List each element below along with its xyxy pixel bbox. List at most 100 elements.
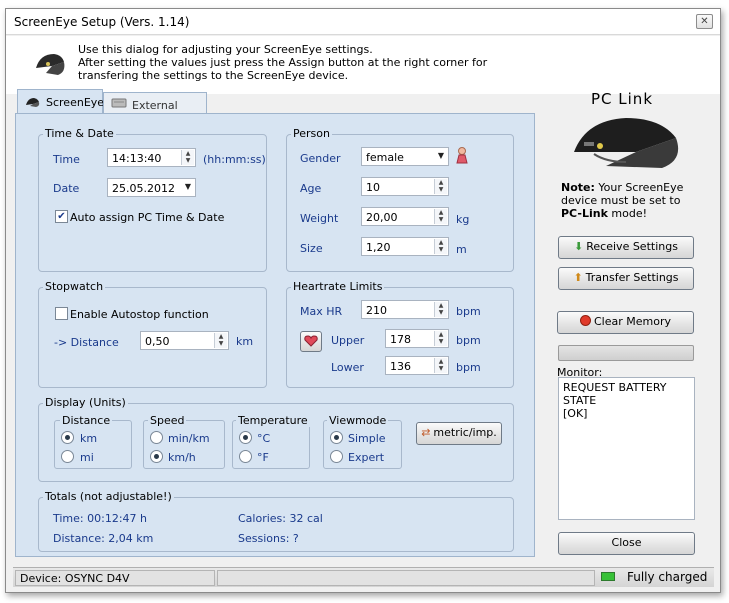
- max-hr-spinner[interactable]: ▲ ▼: [434, 302, 447, 317]
- age-input[interactable]: 10 ▲ ▼: [361, 177, 449, 196]
- heartrate-title: Heartrate Limits: [291, 280, 385, 293]
- header-line-2: After setting the values just press the …: [78, 56, 488, 82]
- autostop-checkbox[interactable]: [55, 307, 68, 320]
- receive-settings-label: Receive Settings: [586, 240, 678, 253]
- radio-viewmode-simple[interactable]: [330, 431, 343, 444]
- monitor-output[interactable]: REQUEST BATTERY STATE [OK]: [558, 377, 695, 520]
- radio-temp-c-label: °C: [257, 432, 271, 445]
- stopwatch-title: Stopwatch: [43, 280, 106, 293]
- radio-temp-c[interactable]: [239, 431, 252, 444]
- radio-speed-kmh-label: km/h: [168, 451, 196, 464]
- totals-distance: Distance: 2,04 km: [53, 532, 154, 545]
- tab-screeneye[interactable]: ScreenEye: [17, 89, 105, 115]
- distance-label: -> Distance: [54, 336, 119, 349]
- receive-icon: ⬇: [574, 240, 584, 253]
- transfer-settings-button[interactable]: ⬆ Transfer Settings: [558, 267, 694, 290]
- speed-units-title: Speed: [148, 414, 187, 427]
- female-person-icon: [456, 147, 468, 164]
- transfer-icon: ⬆: [573, 271, 583, 284]
- radio-distance-km[interactable]: [61, 431, 74, 444]
- size-spinner[interactable]: ▲ ▼: [434, 239, 447, 254]
- window-close-button[interactable]: ✕: [696, 14, 713, 29]
- upper-value: 178: [390, 333, 411, 346]
- temperature-units-title: Temperature: [236, 414, 310, 427]
- radio-distance-mi[interactable]: [61, 450, 74, 463]
- autostop-distance-input[interactable]: 0,50 ▲ ▼: [140, 331, 229, 350]
- distance-units-title: Distance: [60, 414, 113, 427]
- viewmode-title: Viewmode: [327, 414, 389, 427]
- upper-input[interactable]: 178 ▲ ▼: [385, 329, 449, 348]
- tab-external-pods[interactable]: External pods: [103, 92, 207, 125]
- transfer-progress-bar: [558, 345, 694, 361]
- metric-imperial-label: metric/imp.: [433, 426, 497, 439]
- chevron-down-icon: ▼: [184, 182, 191, 191]
- radio-speed-kmh[interactable]: [150, 450, 163, 463]
- time-value: 14:13:40: [112, 152, 162, 165]
- header-description: Use this dialog for adjusting your Scree…: [78, 43, 528, 82]
- heart-calc-button[interactable]: [300, 331, 322, 352]
- date-value: 25.05.2012: [112, 182, 175, 195]
- totals-sessions: Sessions: ?: [238, 532, 299, 545]
- max-hr-input[interactable]: 210 ▲ ▼: [361, 300, 449, 319]
- age-spinner[interactable]: ▲ ▼: [434, 179, 447, 194]
- battery-icon: [601, 572, 615, 581]
- radio-distance-mi-label: mi: [80, 451, 94, 464]
- header-line-1: Use this dialog for adjusting your Scree…: [78, 43, 373, 56]
- visor-cap-icon: [36, 54, 65, 75]
- weight-unit: kg: [456, 213, 470, 226]
- clear-memory-label: Clear Memory: [594, 315, 671, 328]
- radio-temp-f-label: °F: [257, 451, 269, 464]
- gender-label: Gender: [300, 152, 341, 165]
- stop-icon: [580, 315, 591, 326]
- person-title: Person: [291, 127, 332, 140]
- note-pclink: PC-Link: [561, 207, 608, 220]
- distance-spinner[interactable]: ▲ ▼: [214, 333, 227, 348]
- close-button[interactable]: Close: [558, 532, 695, 555]
- receive-settings-button[interactable]: ⬇ Receive Settings: [558, 236, 694, 259]
- weight-label: Weight: [300, 212, 339, 225]
- age-value: 10: [366, 181, 380, 194]
- max-hr-value: 210: [366, 304, 387, 317]
- time-input[interactable]: 14:13:40 ▲ ▼: [107, 148, 196, 167]
- upper-spinner[interactable]: ▲ ▼: [434, 331, 447, 346]
- radio-viewmode-expert-label: Expert: [348, 451, 385, 464]
- auto-assign-checkbox[interactable]: ✔: [55, 210, 68, 223]
- lower-spinner[interactable]: ▲ ▼: [434, 358, 447, 373]
- swap-icon: ⇄: [421, 426, 431, 439]
- auto-assign-label: Auto assign PC Time & Date: [70, 211, 225, 224]
- age-label: Age: [300, 182, 322, 195]
- date-label: Date: [53, 182, 80, 195]
- gender-select[interactable]: female ▼: [361, 147, 449, 166]
- size-label: Size: [300, 242, 323, 255]
- upper-label: Upper: [331, 334, 365, 347]
- pc-link-note: Note: Your ScreenEye device must be set …: [561, 181, 701, 220]
- tab-screeneye-label: ScreenEye: [46, 96, 105, 109]
- upper-unit: bpm: [456, 334, 481, 347]
- radio-speed-minkm-label: min/km: [168, 432, 210, 445]
- weight-input[interactable]: 20,00 ▲ ▼: [361, 207, 449, 226]
- time-label: Time: [53, 153, 80, 166]
- heart-icon: [304, 335, 318, 347]
- weight-value: 20,00: [366, 211, 398, 224]
- device-status: Device: OSYNC D4V: [15, 570, 215, 586]
- radio-viewmode-expert[interactable]: [330, 450, 343, 463]
- metric-imperial-button[interactable]: ⇄ metric/imp.: [416, 422, 502, 445]
- visor-tab-icon: [26, 98, 40, 107]
- window-title: ScreenEye Setup (Vers. 1.14): [14, 15, 190, 29]
- time-spinner[interactable]: ▲ ▼: [181, 150, 194, 165]
- time-date-title: Time & Date: [43, 127, 116, 140]
- max-hr-label: Max HR: [300, 305, 343, 318]
- distance-unit: km: [236, 335, 254, 348]
- lower-value: 136: [390, 360, 411, 373]
- pc-link-title: PC Link: [591, 90, 654, 108]
- weight-spinner[interactable]: ▲ ▼: [434, 209, 447, 224]
- display-units-title: Display (Units): [43, 396, 128, 409]
- monitor-line: STATE: [563, 394, 597, 407]
- radio-speed-minkm[interactable]: [150, 431, 163, 444]
- radio-temp-f[interactable]: [239, 450, 252, 463]
- date-picker[interactable]: 25.05.2012 ▼: [107, 178, 196, 197]
- lower-input[interactable]: 136 ▲ ▼: [385, 356, 449, 375]
- size-input[interactable]: 1,20 ▲ ▼: [361, 237, 449, 256]
- time-unit: (hh:mm:ss): [203, 153, 266, 166]
- clear-memory-button[interactable]: Clear Memory: [557, 311, 694, 334]
